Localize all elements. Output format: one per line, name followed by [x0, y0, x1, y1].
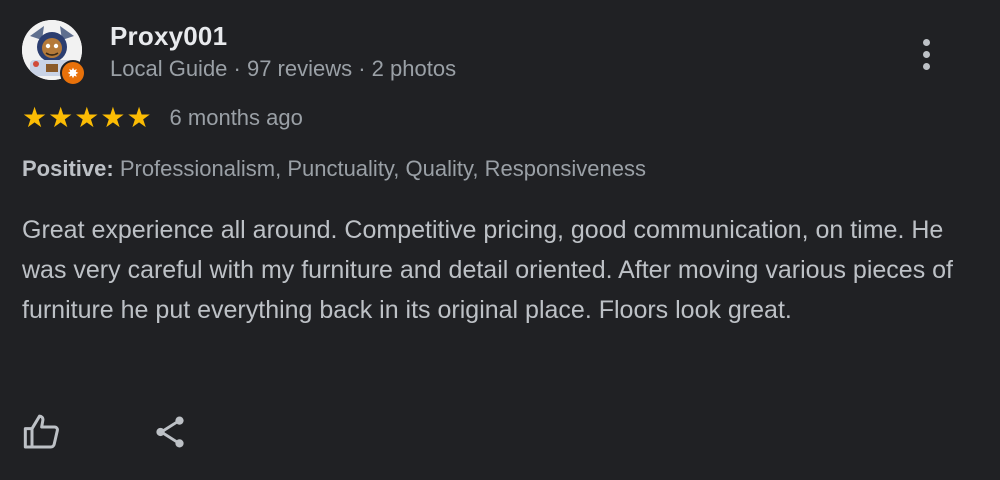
more-options-button[interactable] — [908, 32, 944, 76]
local-guide-badge-icon: ✸ — [60, 60, 86, 86]
star-icon: ★ — [74, 102, 100, 133]
share-button[interactable] — [148, 410, 192, 454]
star-icon: ★ — [22, 102, 48, 133]
star-icon: ★ — [126, 102, 152, 133]
reviewer-name[interactable]: Proxy001 — [110, 21, 227, 52]
rating-row: ★ ★ ★ ★ ★ 6 months ago — [22, 102, 303, 134]
review-date: 6 months ago — [169, 105, 303, 130]
more-vert-icon-dot — [922, 50, 930, 58]
like-button[interactable] — [20, 410, 64, 454]
more-vert-icon — [922, 38, 930, 46]
share-icon — [156, 416, 184, 448]
reviewer-meta: Local Guide · 97 reviews · 2 photos — [110, 56, 457, 81]
positive-attributes: Positive: Professionalism, Punctuality, … — [22, 156, 646, 182]
star-icon: ★ — [100, 102, 126, 133]
star-rating: ★ ★ ★ ★ ★ — [22, 104, 152, 132]
thumb-up-icon — [23, 414, 59, 449]
positive-values: Professionalism, Punctuality, Quality, R… — [113, 156, 647, 181]
review-card: ✸ Proxy001 Local Guide · 97 reviews · 2 … — [0, 0, 1000, 480]
star-icon: ★ — [48, 102, 74, 133]
more-vert-icon-dot — [922, 62, 930, 70]
review-body: Great experience all around. Competitive… — [22, 216, 953, 324]
avatar[interactable]: ✸ — [22, 20, 86, 86]
badge-star-glyph: ✸ — [67, 65, 79, 81]
positive-label: Positive: — [22, 156, 114, 181]
